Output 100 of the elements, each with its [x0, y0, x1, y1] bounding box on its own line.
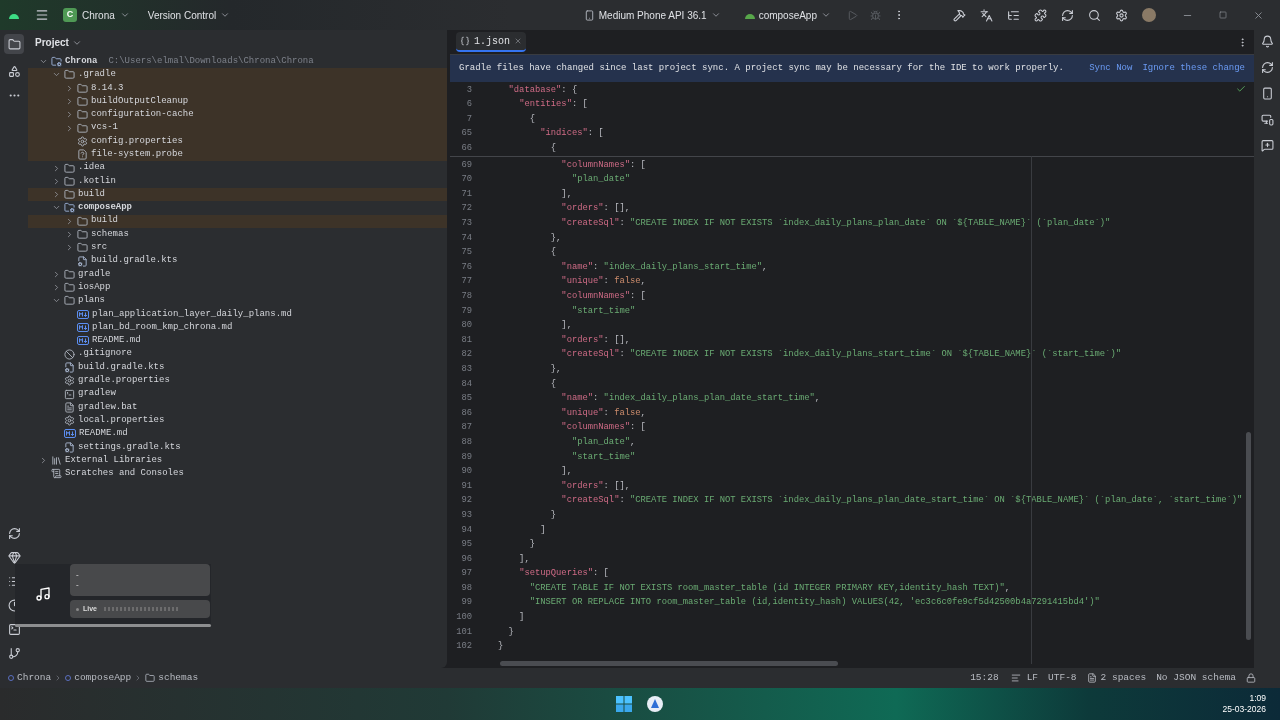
- tree-row[interactable]: local.properties: [28, 414, 447, 428]
- tree-label: composeApp: [78, 201, 132, 215]
- tree-row[interactable]: build.gradle.kts: [28, 254, 447, 268]
- tree-row[interactable]: iosApp: [28, 281, 447, 295]
- code-line: }: [498, 640, 504, 654]
- project-tool-button[interactable]: [4, 34, 24, 54]
- run-config-selector[interactable]: composeApp: [744, 7, 831, 23]
- tree-label: gradlew: [78, 387, 116, 401]
- avatar[interactable]: [1142, 8, 1156, 22]
- tree-row[interactable]: file-system.probe: [28, 148, 447, 162]
- device-icon[interactable]: [1260, 87, 1274, 100]
- close-icon[interactable]: [514, 37, 522, 45]
- tree-row[interactable]: .gitignore: [28, 347, 447, 361]
- line-separator[interactable]: LF: [1026, 670, 1039, 686]
- tree-label: Chrona: [65, 54, 98, 68]
- editor-tab[interactable]: 1.json: [456, 32, 526, 52]
- line-number: 80: [460, 319, 472, 333]
- settings-icon[interactable]: [1115, 8, 1128, 22]
- indent-setting[interactable]: 2 spaces: [1100, 670, 1147, 686]
- tree-row[interactable]: plan_application_layer_daily_plans.md: [28, 307, 447, 321]
- tree-row[interactable]: gradle: [28, 267, 447, 282]
- tree-row[interactable]: schemas: [28, 227, 447, 242]
- tree-row[interactable]: src: [28, 241, 447, 255]
- list-tree-icon[interactable]: [1007, 8, 1020, 22]
- tree-row[interactable]: plan_bd_room_kmp_chrona.md: [28, 320, 447, 335]
- project-view-selector[interactable]: Project: [35, 35, 82, 50]
- version-control-menu[interactable]: Version Control: [147, 7, 231, 23]
- tree-row[interactable]: settings.gradle.kts: [28, 440, 447, 454]
- tree-label: .idea: [78, 161, 105, 175]
- tree-row[interactable]: gradlew.bat: [28, 400, 447, 414]
- tree-row[interactable]: gradle.properties: [28, 374, 447, 388]
- encoding[interactable]: UTF-8: [1048, 670, 1077, 686]
- breadcrumb[interactable]: composeApp: [65, 670, 132, 686]
- tree-row[interactable]: External Libraries: [28, 453, 447, 468]
- debug-icon[interactable]: [870, 9, 881, 21]
- code-line: "setupQueries": [: [518, 567, 609, 581]
- line-number: 99: [460, 596, 472, 610]
- tree-row[interactable]: Chrona C:\Users\elmal\Downloads\Chrona\Chrona: [28, 55, 447, 69]
- tree-row[interactable]: README.md: [28, 334, 447, 348]
- search-icon[interactable]: [1088, 8, 1101, 22]
- tree-row[interactable]: composeApp: [28, 201, 447, 215]
- git-branch-icon[interactable]: [7, 647, 21, 660]
- banner-link[interactable]: Ignore these change: [1142, 61, 1245, 76]
- close-icon[interactable]: [1253, 9, 1264, 21]
- tree-label: plans: [78, 294, 105, 308]
- device-selector[interactable]: Medium Phone API 36.1: [583, 7, 721, 23]
- project-name: Chrona: [82, 8, 115, 23]
- app-icon[interactable]: [647, 696, 663, 712]
- tree-row[interactable]: gradlew: [28, 387, 447, 401]
- code-line: "columnNames": [: [560, 158, 646, 172]
- windows-logo-icon[interactable]: [616, 696, 632, 712]
- tree-row[interactable]: .kotlin: [28, 174, 447, 188]
- lock-icon[interactable]: [1246, 673, 1256, 683]
- project-widget[interactable]: C Chrona: [61, 5, 132, 25]
- device-mirror-icon[interactable]: [1260, 113, 1274, 126]
- line-number: 3: [465, 83, 472, 97]
- line-number: 6: [465, 98, 472, 112]
- puzzle-icon[interactable]: [1034, 8, 1047, 22]
- sync-icon[interactable]: [7, 527, 21, 540]
- tree-row[interactable]: README.md: [28, 427, 447, 441]
- tree-label: README.md: [92, 334, 141, 348]
- code-line: ]: [539, 523, 546, 537]
- breadcrumb[interactable]: schemas: [145, 670, 199, 686]
- hammer-icon[interactable]: [953, 8, 966, 22]
- tree-row[interactable]: plans: [28, 294, 447, 308]
- terminal-icon[interactable]: [7, 623, 21, 636]
- clock-date[interactable]: 25-03-2026: [1222, 704, 1266, 715]
- module-folder-icon: [51, 56, 62, 68]
- line-number: 89: [460, 450, 472, 464]
- gear-icon: [64, 415, 75, 427]
- tree-row[interactable]: Scratches and Consoles: [28, 467, 447, 481]
- sync-icon[interactable]: [1260, 61, 1274, 74]
- tree-label: Scratches and Consoles: [65, 467, 184, 481]
- tree-row[interactable]: build.gradle.kts: [28, 360, 447, 375]
- breadcrumb[interactable]: Chrona: [8, 670, 52, 686]
- line-number: 98: [460, 581, 472, 595]
- notifications-icon[interactable]: [1260, 35, 1274, 48]
- tree-label: .gitignore: [78, 347, 132, 361]
- message-icon[interactable]: [1260, 139, 1274, 152]
- tree-row[interactable]: build: [28, 214, 447, 228]
- translate-icon[interactable]: [980, 8, 993, 22]
- tree-row[interactable]: build: [28, 187, 447, 202]
- unknown-file-icon: [77, 149, 88, 161]
- gradle-file-icon: [77, 255, 88, 267]
- tree-row[interactable]: .gradle: [28, 68, 447, 82]
- sync-icon[interactable]: [1061, 8, 1074, 22]
- restore-icon[interactable]: [1219, 11, 1227, 19]
- clock-time[interactable]: 1:09: [1249, 693, 1266, 704]
- line-number: 83: [460, 363, 472, 376]
- cursor-position[interactable]: 15:28: [970, 670, 999, 686]
- code-line: },: [549, 363, 562, 376]
- json-schema[interactable]: No JSON schema: [1156, 670, 1236, 686]
- tree-row[interactable]: vcs-1: [28, 121, 447, 135]
- structure-icon[interactable]: [7, 65, 21, 78]
- tree-row[interactable]: configuration-cache: [28, 108, 447, 122]
- chevron-down-icon: [821, 10, 831, 20]
- tree-row[interactable]: .idea: [28, 161, 447, 175]
- banner-link[interactable]: Sync Now: [1089, 61, 1133, 76]
- tree-label: plan_application_layer_daily_plans.md: [92, 307, 292, 321]
- gem-icon[interactable]: [7, 551, 21, 564]
